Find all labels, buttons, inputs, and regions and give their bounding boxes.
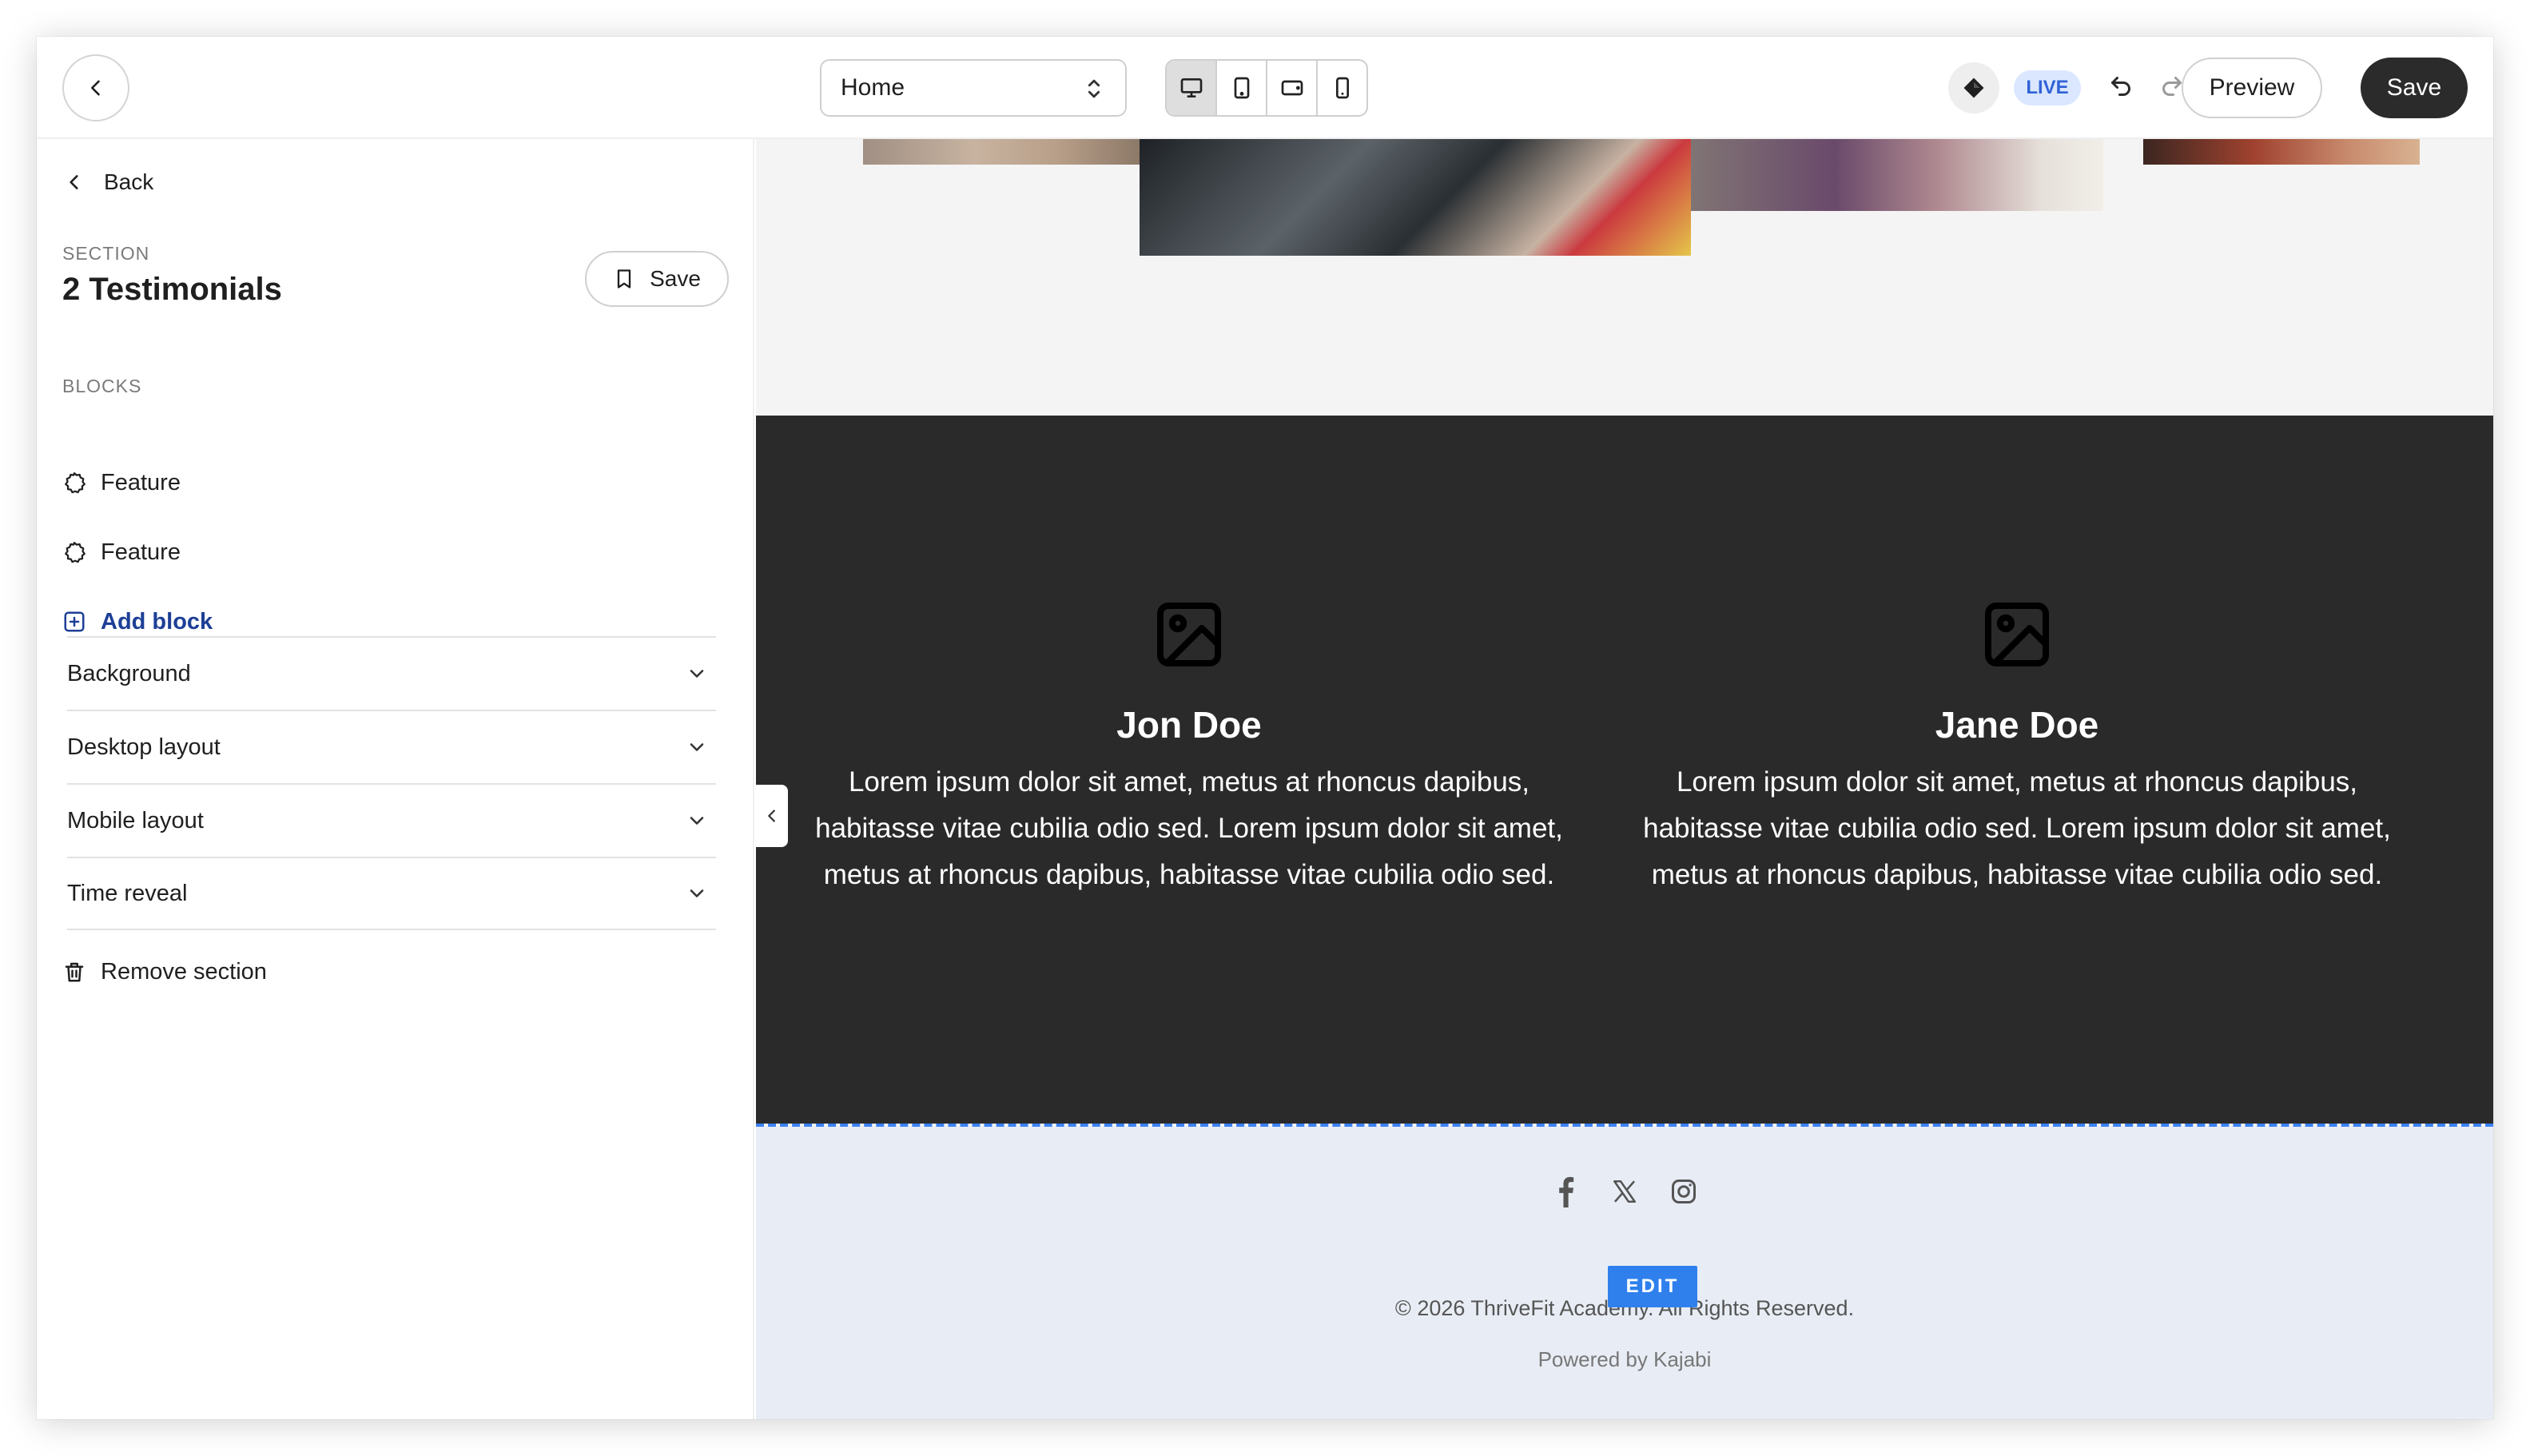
chevron-left-icon: [70, 175, 78, 189]
feature-badge-icon: [65, 472, 86, 494]
powered-by-link[interactable]: Powered by Kajabi: [756, 1347, 2493, 1372]
accordion-desktop-layout[interactable]: Desktop layout: [67, 710, 716, 783]
facebook-icon[interactable]: [1550, 1175, 1581, 1208]
add-block-button[interactable]: Add block: [62, 604, 213, 639]
testimonial-body: Lorem ipsum dolor sit amet, metus at rho…: [815, 766, 1563, 890]
block-item-label: Feature: [101, 469, 181, 495]
chevron-down-icon: [690, 889, 704, 897]
live-status-badge: LIVE: [2014, 70, 2081, 105]
exit-editor-button[interactable]: [62, 54, 129, 121]
bookmark-icon: [617, 269, 631, 288]
testimonial-name: Jane Doe: [1935, 704, 2099, 746]
accordion-label: Desktop layout: [67, 734, 221, 760]
footer-section[interactable]: © 2026 ThriveFit Academy. All Rights Res…: [756, 1127, 2493, 1419]
gallery-photo: [1140, 139, 1691, 256]
accordion-label: Mobile layout: [67, 807, 204, 833]
tablet-landscape-view-button[interactable]: [1267, 61, 1318, 115]
undo-button[interactable]: [2106, 72, 2138, 104]
undo-icon: [2111, 77, 2130, 96]
desktop-icon: [1180, 78, 1202, 97]
sidebar-back-button[interactable]: Back: [64, 166, 153, 198]
accordion-time-reveal[interactable]: Time reveal: [67, 857, 716, 930]
chevron-updown-icon: [1088, 79, 1100, 98]
chevron-down-icon: [690, 670, 704, 678]
chevron-down-icon: [690, 817, 704, 825]
social-links: [756, 1175, 2493, 1208]
chevron-down-icon: [690, 743, 704, 751]
accordion-label: Time reveal: [67, 880, 188, 906]
testimonial-name: Jon Doe: [1116, 704, 1262, 746]
trash-icon: [65, 962, 84, 982]
gallery-photo: [1691, 139, 2103, 211]
testimonial-card[interactable]: Jon Doe Lorem ipsum dolor sit amet, metu…: [798, 596, 1581, 898]
image-placeholder-icon: [1985, 603, 2049, 666]
testimonial-body: Lorem ipsum dolor sit amet, metus at rho…: [1643, 766, 2391, 890]
mobile-view-button[interactable]: [1318, 61, 1366, 115]
tablet-portrait-view-button[interactable]: [1217, 61, 1267, 115]
add-square-icon: [64, 611, 85, 632]
accordion-background[interactable]: Background: [67, 636, 716, 710]
save-section-label: Save: [650, 266, 701, 291]
gallery-photo: [863, 139, 1140, 165]
accordion-label: Background: [67, 660, 191, 686]
remove-section-label: Remove section: [101, 958, 267, 985]
chevron-left-icon: [768, 810, 775, 822]
instagram-icon[interactable]: [1669, 1175, 1699, 1208]
preview-button[interactable]: Preview: [2182, 58, 2322, 118]
page-preview-canvas[interactable]: Jon Doe Lorem ipsum dolor sit amet, metu…: [756, 139, 2493, 1419]
edit-footer-button[interactable]: EDIT: [1608, 1266, 1697, 1307]
block-item-feature[interactable]: Feature: [62, 465, 181, 500]
page-selector[interactable]: Home: [820, 59, 1127, 117]
device-preview-toggle: [1165, 59, 1368, 117]
mobile-icon: [1335, 77, 1349, 99]
accordion-mobile-layout[interactable]: Mobile layout: [67, 783, 716, 857]
testimonials-section[interactable]: Jon Doe Lorem ipsum dolor sit amet, metu…: [756, 416, 2493, 1124]
block-item-feature[interactable]: Feature: [62, 535, 181, 570]
page-selector-value: Home: [841, 74, 905, 101]
remove-section-button[interactable]: Remove section: [62, 954, 267, 989]
add-block-label: Add block: [101, 608, 213, 635]
settings-accordion: Background Desktop layout Mobile layout …: [67, 636, 716, 930]
chevron-left-icon: [91, 80, 100, 96]
top-toolbar: Home LIVE Preview Save: [37, 37, 2493, 139]
block-item-label: Feature: [101, 539, 181, 565]
settings-sidebar: Back SECTION 2 Testimonials Save BLOCKS …: [37, 139, 754, 1419]
image-placeholder-icon: [1157, 603, 1221, 666]
tablet-landscape-icon: [1281, 80, 1303, 96]
testimonial-card[interactable]: Jane Doe Lorem ipsum dolor sit amet, met…: [1625, 596, 2409, 898]
desktop-view-button[interactable]: [1167, 61, 1217, 115]
gallery-photo: [2143, 139, 2420, 165]
tablet-portrait-icon: [1234, 77, 1249, 99]
sidebar-back-label: Back: [104, 169, 154, 194]
save-section-button[interactable]: Save: [585, 251, 729, 307]
diamond-icon: [1963, 78, 1984, 98]
save-button[interactable]: Save: [2361, 58, 2468, 118]
blocks-eyebrow: BLOCKS: [62, 376, 142, 396]
section-title: 2 Testimonials: [62, 272, 282, 307]
feature-badge-icon: [65, 542, 86, 563]
collapse-sidebar-tab[interactable]: [756, 785, 788, 847]
upgrade-diamond-button[interactable]: [1948, 62, 1999, 113]
section-eyebrow: SECTION: [62, 243, 150, 264]
editor-window: Home LIVE Preview Save Back SECTION 2 Te…: [37, 37, 2493, 1419]
x-icon[interactable]: [1609, 1175, 1640, 1208]
